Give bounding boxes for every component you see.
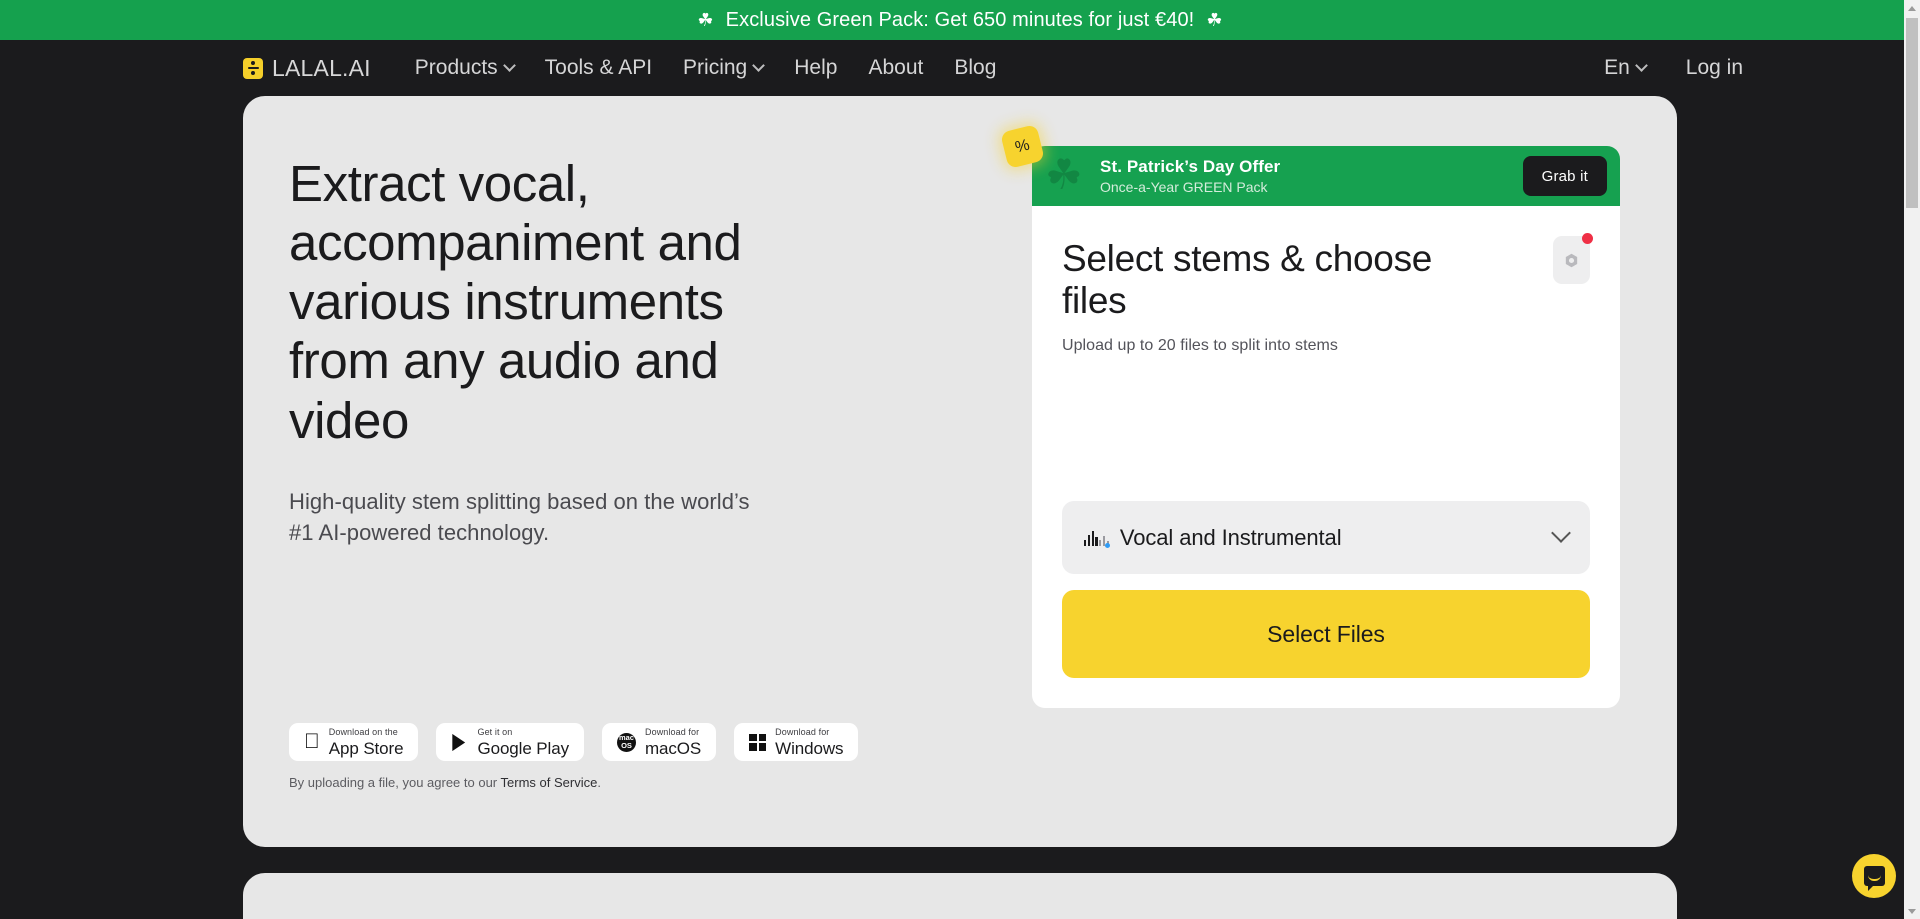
chevron-down-icon bbox=[502, 58, 516, 72]
scrollbar-thumb[interactable] bbox=[1906, 18, 1918, 208]
terms-notice-suffix: . bbox=[597, 775, 601, 790]
chevron-down-icon bbox=[752, 58, 766, 72]
nav-item-pricing[interactable]: Pricing bbox=[683, 56, 766, 80]
nav-right-group: En Log in bbox=[1604, 56, 1743, 80]
nav-item-products[interactable]: Products bbox=[414, 56, 516, 80]
caret-up-icon bbox=[1908, 5, 1916, 11]
language-selector[interactable]: En bbox=[1604, 56, 1648, 80]
badge-macos[interactable]: mac OS Download for macOS bbox=[601, 723, 717, 761]
terms-notice-prefix: By uploading a file, you agree to our bbox=[289, 775, 501, 790]
upload-card: Select stems & choose files Upload up to… bbox=[1032, 206, 1620, 708]
offer-banner: % ☘ St. Patrick’s Day Offer Once-a-Year … bbox=[1000, 124, 1620, 206]
nav-item-blog-label: Blog bbox=[954, 56, 997, 79]
card-title: Select stems & choose files bbox=[1062, 238, 1433, 322]
hero-subtitle: High-quality stem splitting based on the… bbox=[289, 488, 750, 546]
badge-windows-name: Windows bbox=[759, 738, 843, 758]
badge-google-play-name: Google Play bbox=[461, 738, 569, 758]
badge-macos-top: Download for bbox=[629, 726, 699, 737]
settings-button[interactable] bbox=[1553, 233, 1593, 284]
nav-item-blog[interactable]: Blog bbox=[954, 56, 996, 80]
badge-app-store[interactable]:  Download on the App Store bbox=[289, 723, 419, 761]
card-subtitle: Upload up to 20 files to split into stem… bbox=[1062, 337, 1338, 355]
offer-subtitle: Once-a-Year GREEN Pack bbox=[1100, 179, 1268, 195]
apple-icon:  bbox=[304, 731, 320, 752]
waveform-icon bbox=[1084, 529, 1110, 548]
stem-indicator-dot bbox=[1104, 543, 1110, 548]
badge-windows[interactable]: Download for Windows bbox=[734, 723, 859, 761]
download-badges:  Download on the App Store Get it on Go… bbox=[289, 723, 859, 761]
upload-widget: % ☘ St. Patrick’s Day Offer Once-a-Year … bbox=[1000, 124, 1620, 708]
chevron-down-icon bbox=[1551, 522, 1571, 543]
clover-icon-right: ☘ bbox=[1206, 10, 1223, 30]
clover-icon-left: ☘ bbox=[697, 10, 714, 30]
brand-name: LALAL.AI bbox=[272, 54, 371, 81]
scrollbar-up-button[interactable] bbox=[1904, 0, 1920, 16]
nav-item-about-label: About bbox=[868, 56, 924, 79]
page-title: Extract vocal, accompaniment and various… bbox=[289, 155, 742, 449]
main-navigation: LALAL.AI Products Tools & API Pricing He… bbox=[0, 40, 1920, 96]
promo-banner[interactable]: ☘ Exclusive Green Pack: Get 650 minutes … bbox=[0, 0, 1920, 40]
page-scrollbar[interactable] bbox=[1904, 0, 1920, 919]
nav-item-products-label: Products bbox=[414, 56, 498, 79]
next-section-card bbox=[243, 873, 1677, 919]
clover-icon: ☘ bbox=[1045, 151, 1083, 198]
terms-of-service-link[interactable]: Terms of Service bbox=[501, 775, 598, 790]
chevron-down-icon bbox=[1634, 58, 1648, 72]
nav-item-tools-api[interactable]: Tools & API bbox=[545, 56, 652, 80]
login-button[interactable]: Log in bbox=[1686, 56, 1743, 80]
badge-google-play-top: Get it on bbox=[461, 726, 512, 737]
nav-links: Products Tools & API Pricing Help About … bbox=[415, 56, 997, 80]
macos-icon: mac OS bbox=[616, 732, 636, 752]
chat-bubble-icon bbox=[1863, 866, 1885, 891]
select-files-button[interactable]: Select Files bbox=[1062, 590, 1590, 678]
badge-google-play[interactable]: Get it on Google Play bbox=[436, 723, 584, 761]
nav-item-help[interactable]: Help bbox=[794, 56, 837, 80]
terms-notice: By uploading a file, you agree to our Te… bbox=[289, 775, 601, 790]
badge-windows-top: Download for bbox=[759, 726, 829, 737]
language-selector-label: En bbox=[1604, 56, 1630, 79]
nav-item-pricing-label: Pricing bbox=[683, 56, 748, 79]
percent-badge-icon: % bbox=[1000, 124, 1045, 169]
badge-app-store-name: App Store bbox=[313, 738, 404, 758]
lalal-logo-icon bbox=[243, 57, 263, 79]
promo-banner-text: Exclusive Green Pack: Get 650 minutes fo… bbox=[725, 8, 1195, 31]
brand-logo[interactable]: LALAL.AI bbox=[243, 55, 371, 82]
badge-app-store-top: Download on the bbox=[313, 726, 398, 737]
nav-item-tools-api-label: Tools & API bbox=[544, 56, 653, 79]
hero-section: Extract vocal, accompaniment and various… bbox=[243, 96, 1677, 847]
grab-it-button[interactable]: Grab it bbox=[1522, 156, 1607, 196]
gear-icon bbox=[1565, 253, 1578, 267]
hero-left-column: Extract vocal, accompaniment and various… bbox=[289, 154, 989, 847]
offer-text-group: St. Patrick’s Day Offer Once-a-Year GREE… bbox=[1100, 157, 1280, 195]
offer-title: St. Patrick’s Day Offer bbox=[1100, 157, 1281, 176]
chat-launcher-button[interactable] bbox=[1852, 854, 1896, 898]
stem-selector-label: Vocal and Instrumental bbox=[1119, 524, 1342, 550]
caret-down-icon bbox=[1908, 908, 1916, 914]
chat-smile-icon bbox=[1867, 875, 1881, 881]
google-play-icon bbox=[452, 733, 466, 751]
nav-item-help-label: Help bbox=[794, 56, 838, 79]
windows-icon bbox=[749, 733, 767, 751]
badge-macos-name: macOS bbox=[629, 738, 701, 758]
nav-item-about[interactable]: About bbox=[868, 56, 923, 80]
stem-selector[interactable]: Vocal and Instrumental bbox=[1062, 501, 1590, 574]
notification-dot bbox=[1582, 233, 1593, 244]
scrollbar-down-button[interactable] bbox=[1904, 903, 1920, 919]
page-content: Extract vocal, accompaniment and various… bbox=[0, 96, 1920, 919]
